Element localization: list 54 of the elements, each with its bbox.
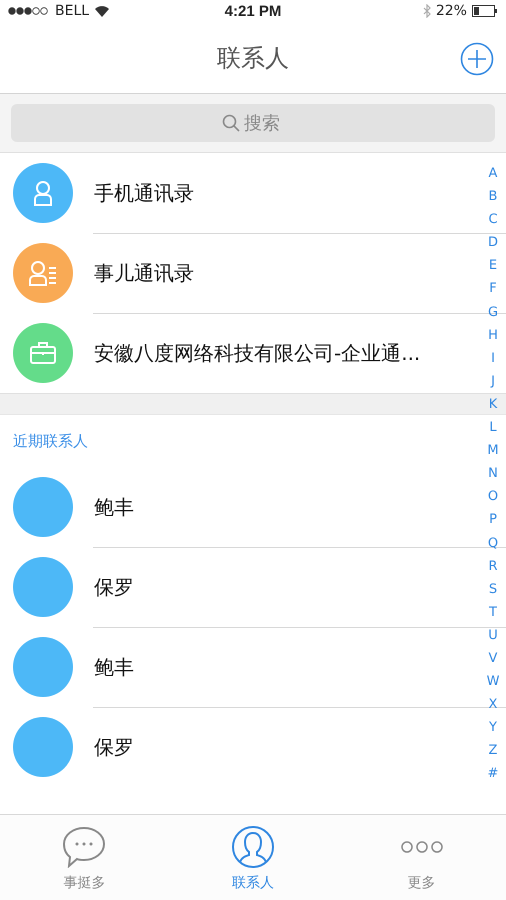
index-letter[interactable]: A	[488, 162, 498, 186]
tab[interactable]: 事挺多	[0, 815, 169, 900]
index-letter[interactable]: K	[488, 392, 498, 416]
section-header: 近期联系人	[13, 432, 88, 450]
bluetooth-icon	[422, 4, 431, 18]
index-letter[interactable]: F	[489, 277, 497, 301]
index-letter[interactable]: O	[488, 485, 498, 508]
index-letter[interactable]: S	[488, 578, 498, 601]
search-field[interactable]: 搜索	[11, 104, 495, 142]
person-icon	[231, 824, 275, 868]
index-letter[interactable]: T	[489, 600, 497, 624]
index-letter[interactable]: J	[491, 370, 495, 393]
index-letter[interactable]: I	[491, 346, 495, 370]
index-letter[interactable]: V	[488, 646, 498, 670]
index-letter[interactable]: B	[488, 185, 498, 208]
index-letter[interactable]: H	[488, 324, 498, 347]
status-time: 4:21 PM	[224, 2, 282, 20]
directory-label[interactable]: 事儿通讯录	[94, 260, 194, 286]
contact-name[interactable]: 鲍丰	[94, 654, 134, 680]
briefcase-icon	[30, 342, 56, 364]
index-letter[interactable]: G	[488, 300, 498, 324]
index-letter[interactable]: P	[489, 508, 497, 532]
signal-icon	[8, 7, 50, 15]
add-button[interactable]	[460, 42, 494, 76]
index-letter[interactable]: W	[486, 670, 500, 694]
index-letter[interactable]: Q	[488, 532, 498, 555]
index-letter[interactable]: L	[489, 416, 497, 440]
tab[interactable]: 联系人	[168, 815, 338, 900]
index-letter[interactable]: Y	[489, 716, 497, 740]
page-title: 联系人	[217, 42, 289, 74]
index-letter[interactable]: R	[488, 554, 498, 578]
tab[interactable]: 更多	[337, 815, 506, 900]
directory-label[interactable]: 手机通讯录	[94, 180, 194, 206]
contact-name[interactable]: 鲍丰	[94, 494, 134, 520]
battery-percent: 22%	[436, 3, 467, 19]
index-letter[interactable]: #	[488, 762, 498, 786]
carrier-name: BELL	[55, 3, 90, 19]
contact-name[interactable]: 保罗	[94, 574, 134, 600]
directory-label[interactable]: 安徽八度网络科技有限公司-企业通...	[94, 340, 420, 366]
index-letter[interactable]: E	[488, 254, 498, 278]
person-icon	[32, 180, 54, 206]
index-letter[interactable]: U	[488, 624, 498, 647]
index-letter[interactable]: D	[488, 231, 498, 254]
index-letter[interactable]: N	[488, 462, 498, 486]
more-icon	[400, 840, 444, 854]
contact-name[interactable]: 保罗	[94, 734, 134, 760]
index-letter[interactable]: C	[488, 208, 498, 232]
battery-icon	[472, 5, 498, 17]
index-letter[interactable]: Z	[488, 739, 498, 762]
wifi-icon	[94, 5, 110, 17]
index-letter[interactable]: X	[488, 693, 498, 716]
contact-card-icon	[28, 260, 58, 286]
chat-bubble-icon	[62, 826, 106, 868]
index-letter[interactable]: M	[487, 439, 499, 462]
